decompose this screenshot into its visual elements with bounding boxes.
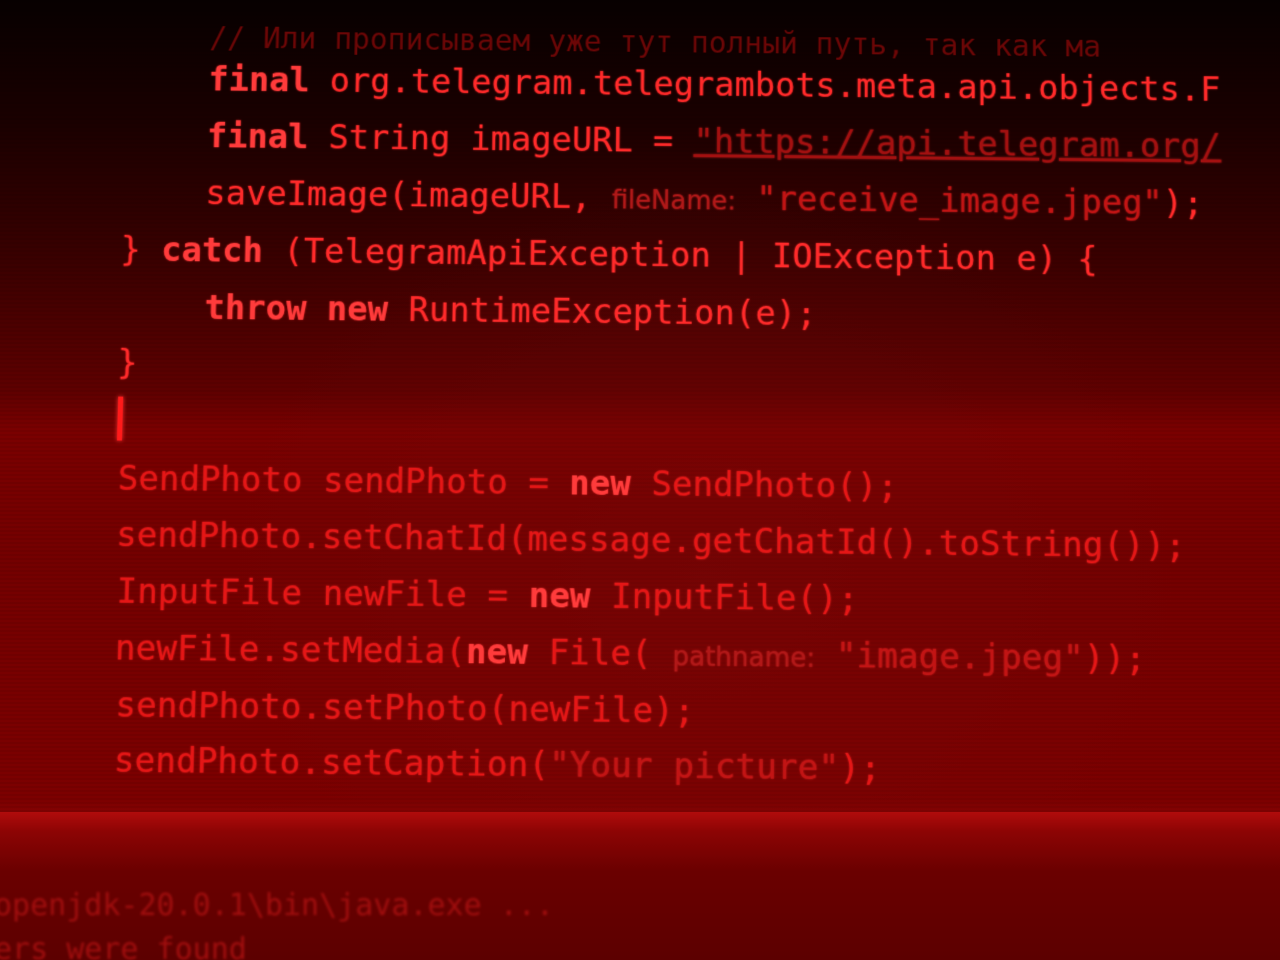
- code-line: newFile.setMedia(new File( pathname: "im…: [114, 628, 1146, 683]
- code-token: // Или прописываем уже тут полный путь, …: [209, 21, 1102, 65]
- keyword-token: final: [207, 60, 311, 101]
- string-token: "receive_image.jpeg": [735, 179, 1163, 223]
- code-token: }: [116, 342, 139, 383]
- code-token: (TelegramApiException | IOException e) {: [262, 231, 1098, 280]
- code-line-comment: // Или прописываем уже тут полный путь, …: [209, 19, 1101, 67]
- code-token: org.telegram.telegrambots.meta.api.objec…: [309, 61, 1221, 110]
- code-token: );: [1162, 183, 1204, 224]
- code-line: sendPhoto.setPhoto(newFile);: [115, 685, 695, 732]
- code-token: );: [839, 747, 881, 790]
- code-line: final org.telegram.telegrambots.meta.api…: [208, 60, 1221, 110]
- keyword-token: new: [528, 575, 591, 617]
- code-line: SendPhoto sendPhoto = new SendPhoto();: [117, 459, 898, 507]
- string-token: "Your picture": [548, 744, 840, 789]
- code-token: String imageURL =: [307, 117, 694, 161]
- code-token: SendPhoto sendPhoto =: [117, 458, 570, 504]
- keyword-token: new: [569, 463, 632, 505]
- code-line: InputFile newFile = new InputFile();: [116, 571, 858, 619]
- keyword-token: throw new: [203, 288, 389, 330]
- url-token: "https://api.telegram.org/: [693, 121, 1222, 167]
- code-token: RuntimeException(e);: [387, 289, 817, 335]
- code-token: InputFile();: [590, 576, 859, 620]
- code-token: sendPhoto.setCaption(: [113, 739, 550, 786]
- keyword-token: catch: [160, 230, 264, 271]
- text-cursor: [116, 396, 124, 441]
- code-line: }: [117, 343, 139, 383]
- code-line: final String imageURL = "https://api.tel…: [206, 117, 1221, 167]
- run-console[interactable]: openjdk-20.0.1\bin\java.exe ... ers were…: [0, 812, 1280, 960]
- code-token: saveImage(imageURL,: [204, 173, 613, 218]
- keyword-token: final: [206, 116, 309, 157]
- code-token: ));: [1083, 638, 1146, 680]
- code-line: sendPhoto.setCaption("Your picture");: [113, 740, 880, 789]
- code-line: throw new RuntimeException(e);: [204, 288, 817, 334]
- code-line: } catch (TelegramApiException | IOExcept…: [120, 230, 1098, 280]
- parameter-hint: fileName:: [611, 185, 737, 217]
- code-line: saveImage(imageURL, fileName: "receive_i…: [205, 174, 1204, 227]
- code-token: sendPhoto.setChatId(message.getChatId().…: [115, 514, 1186, 567]
- parameter-hint: pathname:: [672, 641, 816, 674]
- code-editor[interactable]: // Или прописываем уже тут полный путь, …: [0, 0, 1280, 822]
- ide-screen: // Или прописываем уже тут полный путь, …: [0, 0, 1280, 960]
- console-line: openjdk-20.0.1\bin\java.exe ...: [0, 888, 554, 923]
- keyword-token: new: [465, 631, 529, 673]
- code-token: newFile.setMedia(: [114, 627, 467, 673]
- code-token: InputFile newFile =: [116, 571, 529, 617]
- code-line: sendPhoto.setChatId(message.getChatId().…: [116, 515, 1186, 567]
- string-token: "image.jpeg": [815, 635, 1084, 679]
- code-token: }: [119, 229, 162, 270]
- console-line: ers were found: [0, 932, 247, 960]
- code-token: File(: [527, 632, 673, 675]
- code-token: SendPhoto();: [630, 463, 898, 507]
- code-token: sendPhoto.setPhoto(newFile);: [114, 684, 695, 732]
